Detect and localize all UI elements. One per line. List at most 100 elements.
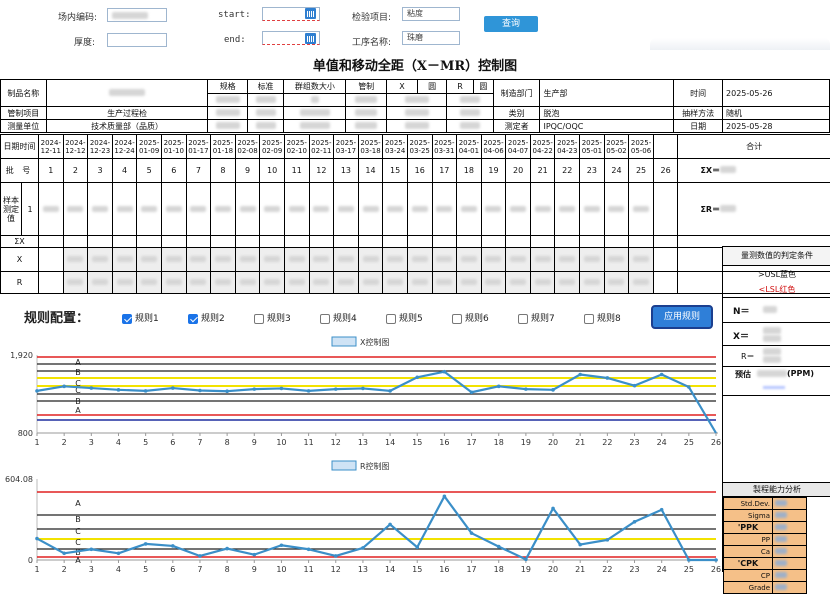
x-cell [603, 247, 630, 272]
rule-checkbox-8[interactable]: 规则8 [584, 311, 621, 324]
rule-checkbox-7[interactable]: 规则7 [518, 311, 555, 324]
spec-value-cell [207, 93, 248, 107]
process-input[interactable]: 珠磨 [402, 31, 460, 45]
rule-checkbox-5[interactable]: 规则5 [386, 311, 423, 324]
batch-number: 22 [554, 158, 581, 183]
date-text: 2025- 02-09 [261, 138, 283, 155]
rule-label: 规则7 [531, 314, 555, 324]
x-cell [529, 247, 556, 272]
checkbox-icon[interactable] [320, 313, 330, 324]
data-point [89, 386, 94, 390]
zone-label: C [75, 527, 81, 536]
x-tick-label: 11 [304, 565, 314, 572]
group-size-value-cell [283, 93, 347, 107]
x-tick-label: 10 [276, 565, 286, 572]
checkbox-icon[interactable] [584, 313, 594, 324]
legend-label: R控制图 [360, 461, 390, 471]
data-point [632, 383, 637, 388]
batch-number: 21 [529, 158, 556, 183]
data-point [442, 494, 447, 499]
batch-label: 批 号 [0, 158, 39, 183]
checkbox-icon[interactable] [518, 313, 528, 324]
cap-label: Ca [723, 545, 773, 558]
x-cell [628, 247, 654, 272]
legend-label: X控制图 [360, 337, 389, 347]
sigma-x-cell [357, 235, 384, 248]
sigma-x-cell [259, 235, 285, 248]
sample-cell [308, 182, 335, 236]
batch-number: 5 [136, 158, 162, 183]
site-code-input[interactable] [107, 8, 167, 22]
rule-checkbox-2[interactable]: 规则2 [188, 311, 225, 324]
data-point [333, 387, 338, 391]
rule-checkbox-4[interactable]: 规则4 [320, 311, 357, 324]
batch-number: 14 [357, 158, 384, 183]
y-tick-label: 800 [18, 429, 33, 438]
x-tick-label: 3 [89, 438, 94, 447]
data-point [116, 551, 121, 556]
x-tick-label: 19 [521, 438, 531, 447]
data-point [306, 547, 311, 552]
date-value: 2025-05-28 [722, 119, 830, 133]
control-row3-cell [345, 106, 387, 120]
x-tick-label: 8 [225, 565, 230, 572]
calendar-icon[interactable] [305, 33, 316, 44]
sum-x-label: ΣX＝ [700, 166, 721, 175]
apply-rules-button[interactable]: 应用规则 [651, 305, 713, 329]
checkbox-icon[interactable] [386, 313, 396, 324]
item-input[interactable]: 粘度 [402, 7, 460, 21]
checkbox-icon[interactable] [122, 313, 132, 324]
calendar-icon[interactable] [305, 8, 316, 19]
x-tick-label: 16 [439, 565, 449, 572]
x-row-label: X [0, 247, 39, 272]
date-text: 2025- 03-24 [384, 138, 406, 155]
cap-label: Sigma [723, 509, 773, 522]
x-cell [160, 247, 187, 272]
rule-checkbox-6[interactable]: 规则6 [452, 311, 489, 324]
x-tick-label: 20 [548, 438, 558, 447]
checkbox-icon[interactable] [188, 313, 198, 324]
r-cell [333, 271, 359, 294]
product-label-cell: 制品名称 [0, 79, 47, 107]
data-point [35, 389, 39, 393]
data-point [225, 546, 229, 551]
batch-number: 16 [406, 158, 433, 183]
data-point [496, 384, 501, 389]
x-value-cell [385, 93, 448, 107]
standard-row4-cell [246, 119, 285, 133]
r-cell [480, 271, 507, 294]
rule-checkbox-3[interactable]: 规则3 [254, 311, 291, 324]
rule-checkbox-1[interactable]: 规则1 [122, 311, 159, 324]
cap-value [772, 521, 807, 534]
query-button[interactable]: 查询 [484, 16, 538, 32]
date-cell: 2025- 02-11 [308, 134, 335, 159]
decorative-shadow [650, 38, 830, 50]
date-cell: 2025- 01-10 [160, 134, 187, 159]
data-point [279, 386, 284, 391]
capability-title: 製程能力分析 [723, 482, 830, 497]
data-point [143, 389, 148, 393]
sample-label-cell: 样本测定值 1 [0, 182, 39, 236]
cap-value [772, 581, 807, 594]
x-tick-label: 23 [629, 565, 639, 572]
date-text: 2025- 02-11 [311, 138, 332, 155]
sample-label: 样本测定值 [1, 183, 22, 235]
x-label: X [385, 79, 419, 94]
checkbox-icon[interactable] [452, 313, 462, 324]
y-tick-label: 604.08 [5, 475, 33, 484]
checkbox-icon[interactable] [254, 313, 264, 324]
r-cell [283, 271, 310, 294]
sigma-x-cell [628, 235, 654, 248]
sample-cell [38, 182, 64, 236]
r-label: R [446, 79, 475, 94]
batch-number: 25 [628, 158, 654, 183]
rule-label: 规则2 [201, 314, 225, 324]
batch-number: 13 [333, 158, 359, 183]
x-tick-label: 13 [358, 565, 368, 572]
r-cell [505, 271, 531, 294]
cap-value [772, 569, 807, 582]
x-cell [382, 247, 408, 272]
sample-cell [62, 182, 89, 236]
x-cell [505, 247, 531, 272]
thickness-input[interactable] [107, 33, 167, 47]
